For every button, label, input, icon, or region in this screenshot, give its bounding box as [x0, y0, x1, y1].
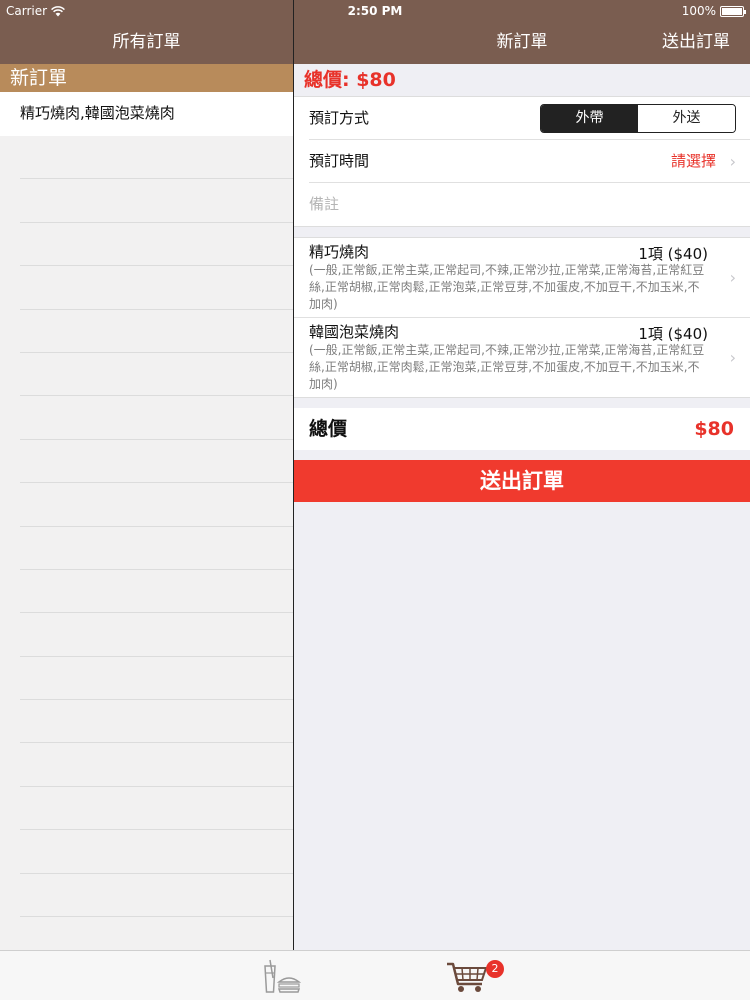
- orders-nav-bar: 所有訂單: [0, 22, 293, 64]
- orders-nav-title: 所有訂單: [112, 32, 181, 52]
- chevron-right-icon: ›: [729, 267, 736, 287]
- new-orders-section-header: 新訂單: [0, 64, 293, 92]
- order-items-list: 精巧燒肉 1項 ($40) (一般,正常飯,正常主菜,正常起司,不辣,正常沙拉,…: [294, 237, 750, 398]
- chevron-right-icon: ›: [729, 152, 736, 171]
- battery-percent: 100%: [681, 4, 716, 18]
- chevron-right-icon: ›: [729, 347, 736, 367]
- order-options-group: 預訂方式 外帶 外送 預訂時間 請選擇 › 備註: [294, 96, 750, 227]
- order-item-quantity: 1項 ($40): [638, 325, 708, 343]
- cart-icon: [447, 962, 488, 992]
- order-item-options: (一般,正常飯,正常主菜,正常起司,不辣,正常沙拉,正常菜,正常海苔,正常紅豆絲…: [309, 263, 705, 311]
- order-item-name: 精巧燒肉: [309, 243, 370, 261]
- note-row[interactable]: 備註: [309, 183, 750, 226]
- order-method-row: 預訂方式 外帶 外送: [309, 97, 750, 140]
- total-price-banner: 總價: $80: [294, 64, 750, 96]
- order-time-row[interactable]: 預訂時間 請選擇 ›: [309, 140, 750, 183]
- order-item-row[interactable]: 韓國泡菜燒肉 1項 ($40) (一般,正常飯,正常主菜,正常起司,不辣,正常沙…: [294, 318, 750, 397]
- drinks-icon: [264, 959, 302, 993]
- order-method-segmented-control[interactable]: 外帶 外送: [540, 104, 736, 133]
- order-list-item[interactable]: 精巧燒肉,韓國泡菜燒肉: [0, 92, 293, 136]
- total-row: 總價 $80: [294, 408, 750, 450]
- battery-indicator: 100%: [681, 4, 746, 18]
- order-time-value: 請選擇: [670, 152, 716, 170]
- order-item-name: 韓國泡菜燒肉: [309, 323, 400, 341]
- segment-takeout[interactable]: 外帶: [541, 105, 638, 132]
- orders-list-pane: 所有訂單 新訂單 精巧燒肉,韓國泡菜燒肉: [0, 22, 293, 950]
- tab-cart[interactable]: 2: [446, 956, 504, 996]
- order-item-options: (一般,正常飯,正常主菜,正常起司,不辣,正常沙拉,正常菜,正常海苔,正常紅豆絲…: [309, 343, 705, 391]
- order-item-row[interactable]: 精巧燒肉 1項 ($40) (一般,正常飯,正常主菜,正常起司,不辣,正常沙拉,…: [294, 238, 750, 318]
- total-value: $80: [694, 418, 734, 440]
- order-item-quantity: 1項 ($40): [638, 245, 708, 263]
- total-label: 總價: [309, 418, 348, 440]
- order-detail-pane: 新訂單 送出訂單 總價: $80 預訂方式 外帶 外送 預訂時間 請選擇 › 備…: [294, 22, 750, 950]
- nav-submit-order-button[interactable]: 送出訂單: [662, 22, 730, 62]
- tab-menu[interactable]: [261, 956, 305, 996]
- submit-order-button[interactable]: 送出訂單: [294, 460, 750, 502]
- order-method-label: 預訂方式: [309, 109, 370, 127]
- cart-count-badge: 2: [486, 960, 504, 978]
- empty-list-rows: [0, 136, 293, 918]
- clock: 2:50 PM: [347, 4, 403, 18]
- note-input[interactable]: 備註: [309, 195, 339, 213]
- order-nav-bar: 新訂單 送出訂單: [294, 22, 750, 64]
- tab-bar: 2: [0, 950, 750, 1000]
- battery-icon: [720, 5, 746, 17]
- order-time-label: 預訂時間: [309, 152, 370, 170]
- status-bar: Carrier 2:50 PM 100%: [0, 0, 750, 22]
- segment-delivery[interactable]: 外送: [638, 105, 735, 132]
